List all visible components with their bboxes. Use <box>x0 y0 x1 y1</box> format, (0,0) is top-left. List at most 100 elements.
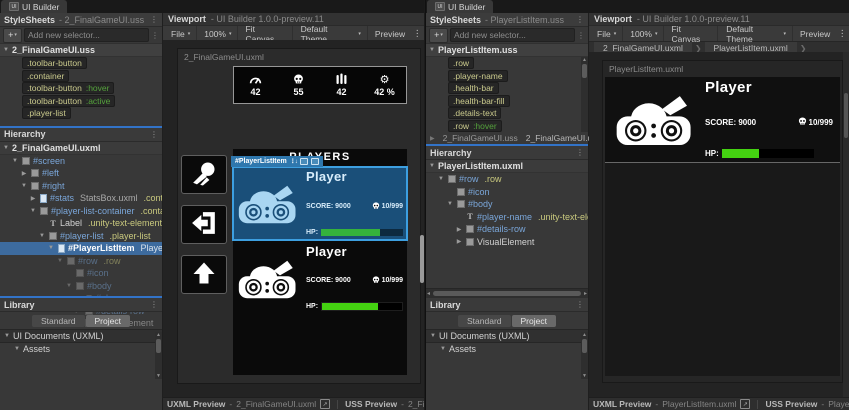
fit-canvas-button[interactable]: Fit Canvas <box>665 24 719 44</box>
expand-arrow-icon[interactable]: ▼ <box>14 346 20 352</box>
player-list-item[interactable]: #PlayerListItem ⋮↓ Player SCORE: 9000 10/99… <box>231 156 408 241</box>
hierarchy-item-stats[interactable]: ▶ #stats StatsBox.uxml .container <box>0 192 162 205</box>
expand-arrow-icon[interactable]: ▼ <box>47 245 55 251</box>
open-instance-icon[interactable] <box>299 158 308 165</box>
game-toolbar-button-comet[interactable] <box>181 155 227 194</box>
scroll-up-icon[interactable]: ▲ <box>156 332 161 338</box>
hierarchy-item-label[interactable]: T Label .unity-text-element .unity- <box>0 217 162 230</box>
tab-ui-builder[interactable]: UI UI Builder <box>427 0 494 13</box>
scrollbar[interactable] <box>843 52 849 398</box>
open-external-icon[interactable]: ↗ <box>320 399 331 409</box>
expand-arrow-icon[interactable]: ▼ <box>29 208 37 214</box>
open-external-icon[interactable]: ↗ <box>740 399 751 409</box>
preview-button[interactable]: Preview <box>794 26 836 41</box>
expand-arrow-icon[interactable]: ▼ <box>11 158 19 164</box>
expand-arrow-icon[interactable]: ▼ <box>38 233 46 239</box>
add-selector-input[interactable]: Add new selector... <box>450 28 575 42</box>
game-toolbar-button-exit[interactable] <box>181 205 227 244</box>
expand-arrow-icon[interactable]: ▼ <box>430 333 436 339</box>
zoom-select[interactable]: 100% ▾ <box>624 26 665 41</box>
scroll-thumb[interactable] <box>582 64 587 78</box>
theme-select[interactable]: Default Theme ▾ <box>295 24 368 44</box>
uss-selector-row[interactable]: .details-text <box>426 107 588 120</box>
hierarchy-item-player-list[interactable]: ▼ #player-list .player-list <box>0 230 162 243</box>
library-section-uxml[interactable]: ▼ UI Documents (UXML) <box>0 329 162 342</box>
theme-select[interactable]: Default Theme ▾ <box>720 24 793 44</box>
uss-selector[interactable]: .toolbar-button:active <box>22 94 116 107</box>
expand-arrow-icon[interactable]: ▼ <box>440 346 446 352</box>
scroll-down-icon[interactable]: ▼ <box>156 373 161 379</box>
hierarchy-item-icon[interactable]: #icon <box>0 267 162 280</box>
fit-canvas-button[interactable]: Fit Canvas <box>239 24 293 44</box>
uss-selector-row[interactable]: .container <box>0 69 162 83</box>
uss-selector-row[interactable]: .player-list <box>0 107 162 120</box>
expand-arrow-icon[interactable]: ▼ <box>446 201 454 207</box>
uss-selector-row[interactable]: .toolbar-button:hover <box>0 82 162 95</box>
uss-selector-row[interactable]: .row:hover <box>426 119 588 133</box>
hierarchy-item-screen[interactable]: ▼ #screen <box>0 155 162 168</box>
library-tab-project[interactable]: Project <box>85 315 130 327</box>
uss-selector[interactable]: .details-text <box>448 107 502 120</box>
scroll-thumb[interactable] <box>156 339 161 353</box>
hierarchy-item-player-name[interactable]: T #player-name .unity-text-element .u <box>426 211 588 224</box>
preview-button[interactable]: Preview <box>369 26 411 41</box>
uss-selector[interactable]: .health-bar <box>448 82 499 95</box>
uss-selector[interactable]: .toolbar-button <box>22 57 87 70</box>
tab-ui-builder[interactable]: UI UI Builder <box>1 0 68 13</box>
hierarchy-item-player-list-container[interactable]: ▼ #player-list-container .container <box>0 205 162 218</box>
hierarchy-item-details-row[interactable]: ▶ #details-row <box>426 223 588 236</box>
game-toolbar-button-up-arrow[interactable] <box>181 255 227 294</box>
uss-selector-row[interactable]: .player-name <box>426 69 588 83</box>
expand-arrow-icon[interactable]: ▼ <box>437 176 445 182</box>
expand-arrow-icon[interactable]: ▼ <box>4 333 10 339</box>
scroll-thumb[interactable] <box>433 291 581 296</box>
canvas[interactable]: 2_FinalGameUI.uxml 42 55 42 ⚙42 % PLAYERS #… <box>177 48 421 384</box>
uss-selector[interactable]: .health-bar-fill <box>448 94 510 107</box>
uss-root-row[interactable]: ▼ PlayerListItem.uss <box>426 44 588 57</box>
uss-selector[interactable]: .container <box>22 69 70 82</box>
stats-box[interactable]: 42 55 42 ⚙ 42 % <box>233 66 407 104</box>
scrollbar[interactable]: ▲ ▼ <box>155 332 162 379</box>
pane-menu-icon[interactable]: ⋮ <box>150 15 158 24</box>
pane-menu-icon[interactable]: ⋮ <box>576 300 584 309</box>
hierarchy-item-left[interactable]: ▶ #left <box>0 167 162 180</box>
hierarchy-item-body[interactable]: ▼ #body <box>0 280 162 293</box>
players-panel[interactable]: PLAYERS #PlayerListItem⋮↓ PlayerSCORE: 9… <box>231 149 408 375</box>
viewport-menu-icon[interactable]: ⋮ <box>837 28 847 39</box>
scroll-up-icon[interactable]: ▲ <box>582 332 587 338</box>
canvas[interactable]: PlayerListItem.uxml Player SCORE: 9000 1… <box>602 60 843 383</box>
hierarchy-item-row[interactable]: ▼ #row .row <box>426 173 588 186</box>
uss-selector-row[interactable]: .toolbar-button <box>0 57 162 70</box>
viewport-menu-icon[interactable]: ⋮ <box>412 28 422 39</box>
uss-selector[interactable]: .toolbar-button:hover <box>22 82 115 95</box>
scrollbar[interactable]: ▲ ▼ <box>581 332 588 379</box>
expand-arrow-icon[interactable]: ▶ <box>455 238 463 245</box>
hierarchy-item-row[interactable]: ▼ #row .row <box>0 255 162 268</box>
expand-arrow-icon[interactable]: ▶ <box>20 170 28 177</box>
scrollbar[interactable]: ▲ <box>581 57 588 132</box>
selector-menu-icon[interactable]: ⋮ <box>577 31 585 40</box>
unpack-instance-icon[interactable] <box>310 158 319 165</box>
add-selector-input[interactable]: Add new selector... <box>24 28 149 42</box>
player-list-item[interactable]: Player SCORE: 9000 10/999 HP: <box>233 242 407 315</box>
uss-selector[interactable]: .row:hover <box>448 119 502 132</box>
uss-selector-row[interactable]: .health-bar <box>426 82 588 95</box>
library-tab-standard[interactable]: Standard <box>458 315 511 327</box>
scroll-left-icon[interactable]: ◂ <box>427 290 430 297</box>
scroll-thumb[interactable] <box>582 339 587 353</box>
library-section-assets[interactable]: ▼ Assets <box>0 342 162 355</box>
uss-selector-row[interactable]: .health-bar-fill <box>426 94 588 108</box>
uss-footer-row[interactable]: ▶ 2_FinalGameUI.uss 2_FinalGameUI.uxml <box>426 132 606 144</box>
scroll-right-icon[interactable]: ▸ <box>584 290 587 297</box>
uss-selector-row[interactable]: .toolbar-button:active <box>0 94 162 108</box>
scroll-down-icon[interactable]: ▼ <box>582 373 587 379</box>
reorder-icon[interactable]: ⋮↓ <box>290 158 298 165</box>
pane-menu-icon[interactable]: ⋮ <box>150 300 158 309</box>
library-tab-standard[interactable]: Standard <box>32 315 85 327</box>
uxml-root-row[interactable]: ▼ PlayerListItem.uxml <box>426 160 588 173</box>
expand-arrow-icon[interactable]: ▶ <box>455 226 463 233</box>
uxml-root-row[interactable]: ▼ 2_FinalGameUI.uxml <box>0 141 162 155</box>
hierarchy-item-right[interactable]: ▼ #right <box>0 180 162 193</box>
expand-arrow-icon[interactable]: ▶ <box>29 195 37 202</box>
uss-selector[interactable]: .row <box>448 57 475 70</box>
